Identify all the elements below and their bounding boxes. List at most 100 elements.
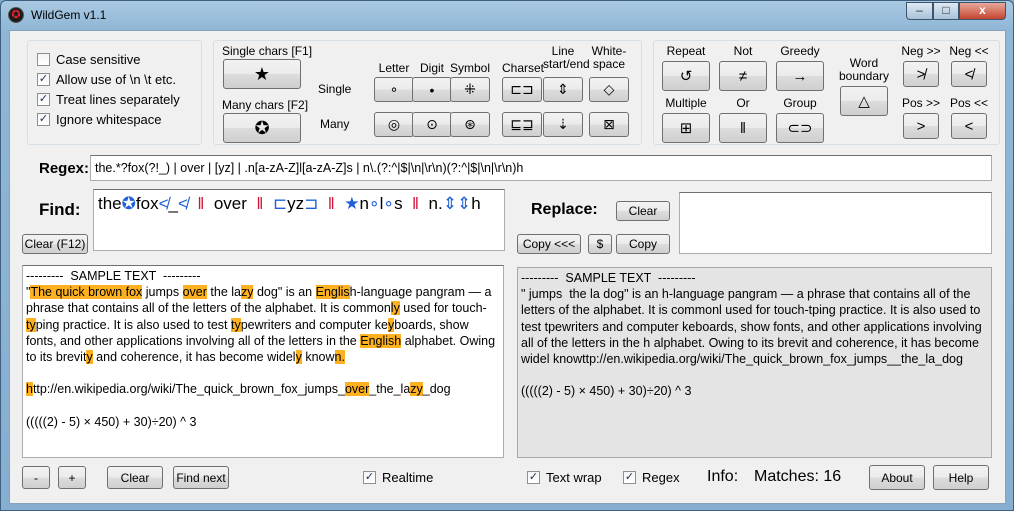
info-label: Info: [707,468,739,485]
single-charset-button[interactable]: ⊏⊐ [502,77,542,102]
font-smaller-button[interactable]: - [22,466,50,489]
find-token-text: fox [135,194,159,213]
clear-find-button[interactable]: Clear (F12) [22,234,88,254]
dollar-button[interactable]: $ [588,234,612,254]
pos-behind-button[interactable]: < [951,113,987,139]
font-larger-button[interactable]: + [58,466,86,489]
sample-text-run: used for touch- [399,301,487,316]
minimize-button[interactable]: – [906,2,933,20]
find-token-symbol: ★ [344,194,360,213]
result-text-pane: --------- SAMPLE TEXT --------- " jumps … [517,267,992,458]
many-digit-button[interactable]: ⊙ [412,112,452,137]
checkbox-box: ✓ [623,471,636,484]
neg-behind-button[interactable]: ≮ [951,61,987,87]
app-window: ✪ WildGem v1.1 – □ x Single chars [F1] ★… [0,0,1014,511]
pos-behind-label: Pos << [949,96,989,110]
checkbox-box: ✓ [37,73,50,86]
help-button[interactable]: Help [933,465,989,490]
many-line-button[interactable]: ⇣ [543,112,583,137]
repeat-label: Repeat [666,44,706,58]
find-input[interactable]: the✪fox≮_≮ ‖ over ‖ ⊏yz⊐ ‖ ★n∘l∘s ‖ n.⇕⇕… [93,189,505,251]
find-token-text: s [394,194,403,213]
single-white-button[interactable]: ◇ [589,77,629,102]
repeat-button[interactable]: ↺ [662,61,710,91]
checkbox-box: ✓ [363,471,376,484]
sample-text-run: ping practice. It is also used to test [35,317,231,332]
sample-text-run: the la [206,285,241,300]
multiple-button[interactable]: ⊞ [662,113,710,143]
many-letter-button[interactable]: ◎ [374,112,414,137]
clear-replace-button[interactable]: Clear [616,201,670,221]
find-token-symbol: ✪ [121,194,136,213]
single-chars-label: Single chars [F1] [222,44,313,58]
single-row-label: Single [318,82,352,96]
sample-text-input[interactable]: --------- SAMPLE TEXT --------- "The qui… [22,265,504,458]
many-row-label: Many [320,117,350,131]
sample-text-run: _the_la [369,382,411,397]
find-token-symbol: ‖ [318,194,345,213]
or-button[interactable]: ‖ [719,113,767,143]
find-next-button[interactable]: Find next [173,466,229,489]
char-column-label: Digit [419,61,444,75]
clear-sample-button[interactable]: Clear [107,466,163,489]
matches-count: Matches: 16 [754,468,842,485]
app-gem-icon: ✪ [8,7,24,23]
many-charset-button[interactable]: ⊑⊒ [502,112,542,137]
neg-behind-label: Neg << [949,44,989,58]
maximize-button[interactable]: □ [933,2,959,20]
find-token-text: _ [168,194,178,213]
text-wrap-checkbox[interactable]: ✓ Text wrap [527,470,602,485]
neg-ahead-button[interactable]: ≯ [903,61,939,87]
close-button[interactable]: x [959,2,1006,20]
checkbox-box: ✓ [37,93,50,106]
match-highlight: Englis [315,285,350,300]
many-symbol-button[interactable]: ⊛ [450,112,490,137]
title-bar: ✪ WildGem v1.1 – □ x [1,1,1013,29]
match-highlight: h [26,382,33,397]
replace-label: Replace: [531,201,598,218]
single-char-button[interactable]: ★ [223,59,301,89]
realtime-checkbox[interactable]: ✓ Realtime [363,470,433,485]
many-white-button[interactable]: ⊠ [589,112,629,137]
group-button[interactable]: ⊂⊃ [776,113,824,143]
many-char-button[interactable]: ✪ [223,113,301,143]
pos-ahead-button[interactable]: > [903,113,939,139]
sample-text-run: dog" is an [253,285,316,300]
window-title: WildGem v1.1 [31,8,107,22]
match-highlight: ty [230,317,241,332]
find-token-symbol: ≮ [158,194,169,213]
find-token-symbol: ≮ [177,194,188,213]
option-checkbox[interactable]: ✓ Ignore whitespace [37,112,162,127]
option-checkbox[interactable]: ✓ Treat lines separately [37,92,180,107]
single-symbol-button[interactable]: ⁜ [450,77,490,102]
find-token-symbol: ⊏ [272,194,288,213]
char-column-label: Line start/end [543,44,590,71]
sample-text-run: ttp://en.wikipedia.org/wiki/The_quick_br… [32,382,345,397]
single-letter-button[interactable]: ∘ [374,77,414,102]
option-checkbox[interactable]: Case sensitive [37,52,141,67]
single-line-button[interactable]: ⇕ [543,77,583,102]
char-column-label: White- space [591,44,627,71]
greedy-button[interactable]: → [776,61,824,91]
find-token-text: over [213,194,247,213]
match-highlight: zy [240,285,254,300]
about-button[interactable]: About [869,465,925,490]
char-column-label: Letter [378,61,410,75]
regex-input[interactable]: the.*?fox(?!_) | over | [yz] | .n[a-zA-Z… [90,155,992,181]
option-checkbox[interactable]: ✓ Allow use of \n \t etc. [37,72,176,87]
regex-checkbox[interactable]: ✓ Regex [623,470,680,485]
word-boundary-button[interactable]: △ [840,86,888,116]
not-label: Not [733,44,753,58]
multiple-label: Multiple [665,96,707,110]
match-highlight: n. [334,350,345,365]
not-button[interactable]: ≠ [719,61,767,91]
replace-input[interactable] [679,192,992,254]
find-token-symbol: ∘ [368,194,380,213]
single-digit-button[interactable]: • [412,77,452,102]
regex-label: Regex: [39,160,90,177]
find-token-symbol: ∘ [383,194,395,213]
text-wrap-label: Text wrap [546,470,602,485]
copy-from-result-button[interactable]: Copy <<< [517,234,581,254]
match-highlight: English [360,333,402,348]
copy-button[interactable]: Copy [616,234,670,254]
